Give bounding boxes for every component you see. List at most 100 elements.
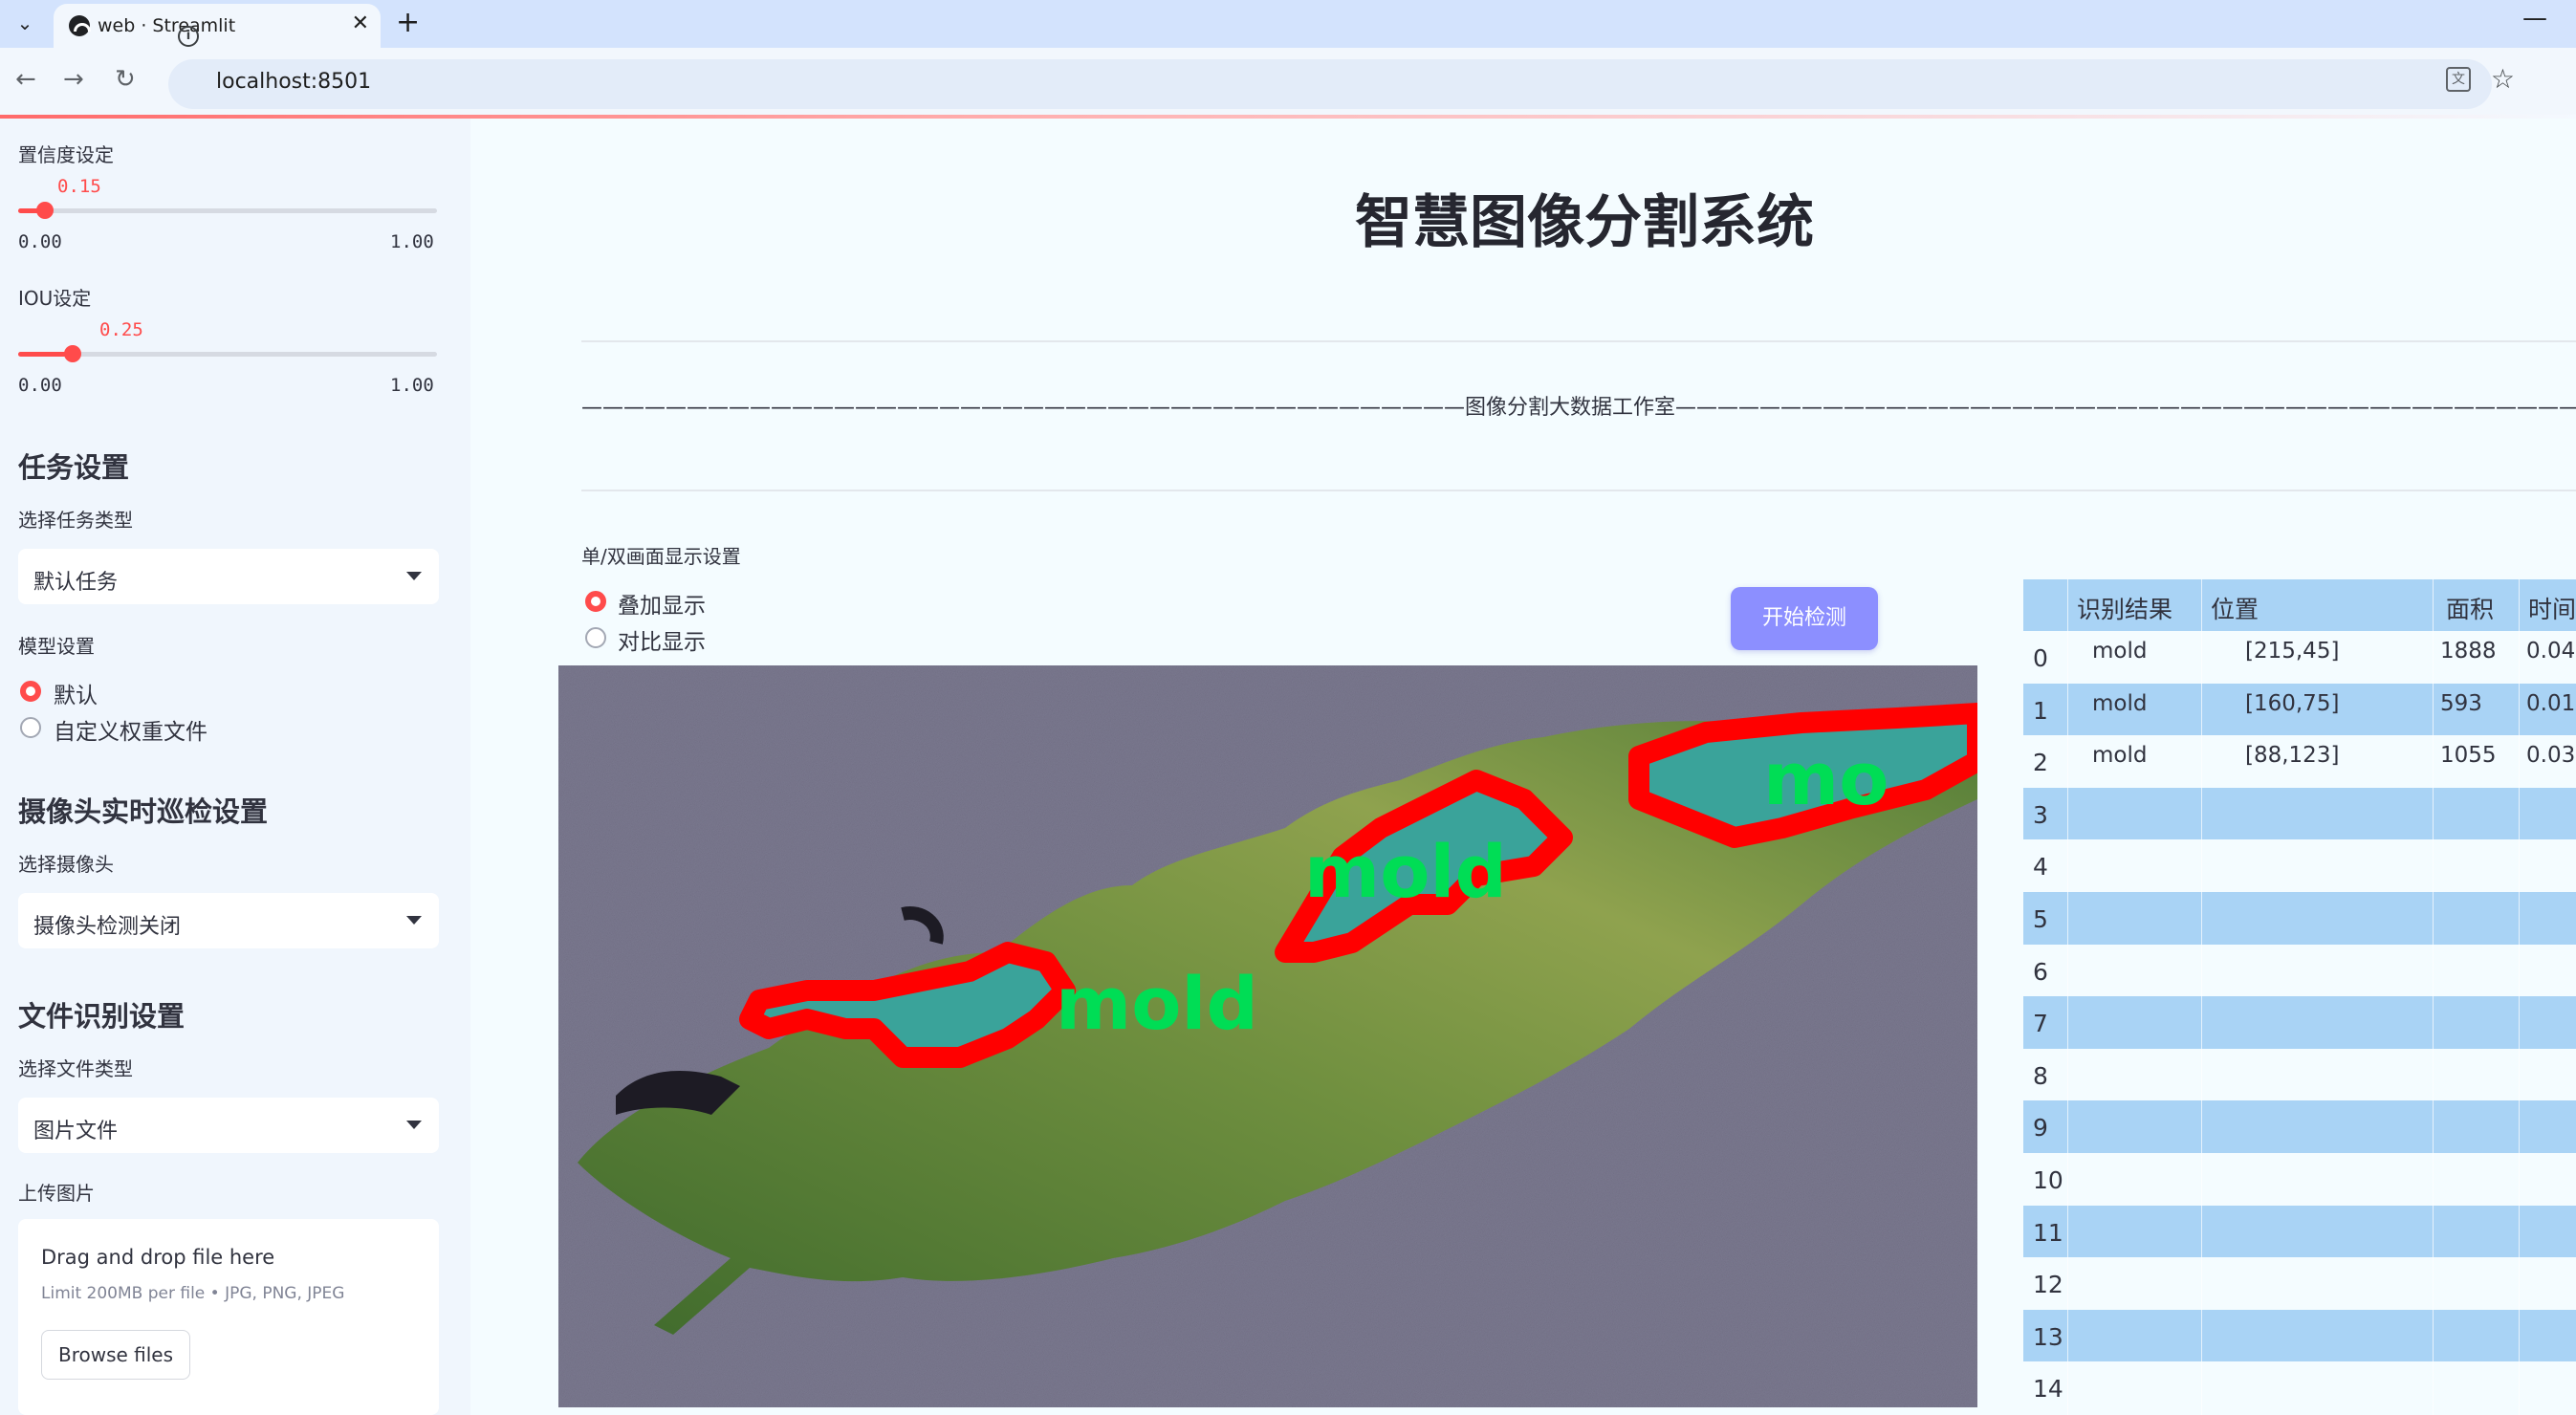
confidence-slider[interactable] [18,202,437,219]
translate-icon[interactable]: 文 [2446,67,2471,92]
row-index: 0 [2033,644,2048,672]
table-row[interactable]: 4 [2023,839,2576,892]
mold-label-3: mo [1763,736,1888,821]
compare-display-label[interactable]: 对比显示 [618,623,706,656]
confidence-min: 0.00 [18,231,62,252]
cell-position: [160,75] [2245,690,2340,716]
model-default-label[interactable]: 默认 [54,677,98,709]
bookmark-star-icon[interactable]: ☆ [2491,63,2515,95]
iou-min: 0.00 [18,375,62,396]
row-index: 9 [2033,1114,2048,1143]
iou-max: 1.00 [390,375,434,396]
leaf-segmentation-illustration: mold mold mo [558,665,1977,1407]
file-type-label: 选择文件类型 [18,1057,133,1080]
table-row[interactable]: 5 [2023,892,2576,945]
tab-close-icon[interactable]: ✕ [352,11,369,35]
confidence-max: 1.00 [390,231,434,252]
camera-settings-heading: 摄像头实时巡检设置 [18,795,269,828]
mold-label-1: mold [1056,961,1258,1046]
new-tab-plus-icon[interactable]: + [396,6,420,39]
file-type-value: 图片文件 [33,1120,119,1143]
model-custom-label[interactable]: 自定义权重文件 [54,713,207,746]
browse-files-button[interactable]: Browse files [41,1330,190,1380]
site-info-icon[interactable]: i [178,26,199,47]
model-custom-radio[interactable] [20,717,41,738]
row-index: 12 [2033,1271,2063,1299]
header-label: 识别结果 [2077,596,2173,623]
row-index: 1 [2033,696,2048,725]
camera-select-label: 选择摄像头 [18,853,114,876]
table-row[interactable]: 2 mold [88,123] 1055 0.03 [2023,735,2576,788]
compare-display-radio[interactable] [585,627,606,648]
table-row[interactable]: 10 [2023,1153,2576,1206]
detection-results-table[interactable]: 识别结果 位置 面积 时间 0 mold [215,45] 1888 0.04 1 mold… [2023,579,2576,1415]
streamlit-favicon-icon [69,15,91,36]
overlay-display-radio[interactable] [585,591,606,612]
upload-image-label: 上传图片 [18,1182,95,1205]
column-divider [2067,579,2068,1415]
cell-time: 0.01 [2526,690,2576,716]
tab-search-chevron-icon[interactable]: ⌄ [10,8,40,38]
cell-time: 0.03 [2526,743,2576,769]
studio-banner: ————————————————————————————————————————… [581,396,2576,420]
row-index: 5 [2033,905,2048,933]
cell-label: mold [2092,743,2148,769]
table-row[interactable]: 0 mold [215,45] 1888 0.04 [2023,631,2576,684]
table-row[interactable]: 1 mold [160,75] 593 0.01 [2023,683,2576,736]
iou-slider-thumb[interactable] [63,345,81,362]
table-row[interactable]: 3 [2023,787,2576,840]
browser-toolbar: ← → ↻ [0,48,2576,117]
row-index: 3 [2033,800,2048,829]
chevron-down-icon [406,572,422,580]
table-row[interactable]: 6 [2023,944,2576,997]
camera-select[interactable]: 摄像头检测关闭 [18,893,439,948]
divider-bottom [581,490,2576,491]
table-row[interactable]: 12 [2023,1257,2576,1310]
divider-top [581,340,2576,342]
column-divider [2519,579,2520,1415]
start-detection-button[interactable]: 开始检测 [1731,587,1878,650]
tab-title: web · Streamlit [98,15,236,36]
column-divider [2201,579,2202,1415]
iou-label: IOU设定 [18,287,92,310]
cell-area: 1888 [2440,639,2497,664]
table-row[interactable]: 7 [2023,996,2576,1049]
cell-label: mold [2092,690,2148,716]
file-type-select[interactable]: 图片文件 [18,1098,439,1153]
iou-slider[interactable] [18,345,437,362]
reload-icon[interactable]: ↻ [115,65,136,94]
table-row[interactable]: 8 [2023,1048,2576,1101]
table-row[interactable]: 13 [2023,1309,2576,1362]
camera-select-value: 摄像头检测关闭 [33,915,182,939]
table-row[interactable]: 14 [2023,1361,2576,1414]
model-settings-label: 模型设置 [18,635,95,658]
address-bar[interactable] [168,59,2492,109]
file-settings-heading: 文件识别设置 [18,1000,186,1033]
table-row[interactable]: 11 [2023,1205,2576,1258]
task-type-label: 选择任务类型 [18,509,133,532]
cell-area: 1055 [2440,743,2497,769]
header-position: 位置 [2211,596,2259,623]
header-area: 面积 [2446,596,2495,623]
forward-arrow-icon[interactable]: → [63,65,84,94]
row-index: 2 [2033,749,2048,777]
cell-label: mold [2092,639,2148,664]
overlay-display-label[interactable]: 叠加显示 [618,587,706,620]
file-uploader-dropzone[interactable]: Drag and drop file here Limit 200MB per … [18,1219,439,1415]
browser-tab[interactable]: web · Streamlit ✕ [54,4,381,48]
iou-value: 0.25 [99,319,143,340]
back-arrow-icon[interactable]: ← [15,65,36,94]
task-type-value: 默认任务 [33,571,119,595]
url-text[interactable]: localhost:8501 [216,70,371,94]
task-type-select[interactable]: 默认任务 [18,549,439,604]
confidence-slider-thumb[interactable] [35,202,54,219]
row-index: 10 [2033,1166,2063,1194]
row-index: 14 [2033,1375,2063,1404]
cell-area: 593 [2440,690,2482,716]
model-default-radio[interactable] [20,681,41,702]
window-minimize-icon[interactable]: — [2522,4,2547,33]
task-settings-heading: 任务设置 [18,451,130,484]
cell-position: [215,45] [2245,639,2340,664]
page-title: 智慧图像分割系统 [1355,189,1814,256]
table-row[interactable]: 9 [2023,1100,2576,1153]
